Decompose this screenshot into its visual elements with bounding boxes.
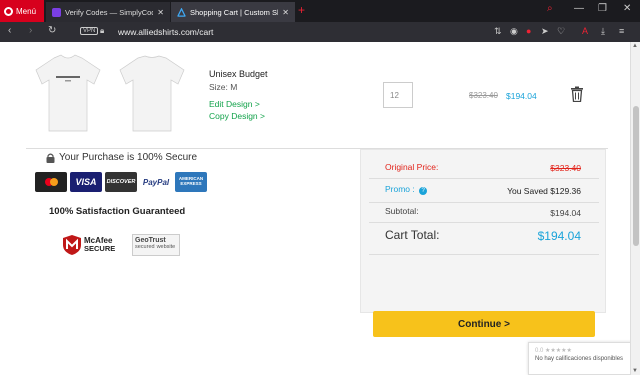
rating-text: No hay calificaciones disponibles — [535, 356, 624, 362]
page-scrollbar[interactable]: ▲ ▼ — [630, 42, 640, 375]
vpn-badge[interactable]: VPN — [80, 27, 99, 35]
minimize-icon[interactable]: — — [574, 3, 584, 14]
payment-card-logos: VISA DISCOVER PayPal AMERICAN EXPRESS — [35, 172, 207, 192]
cart-page: Unisex Budget Size: M Edit Design > Copy… — [0, 42, 640, 375]
promo-label: Promo : ? — [385, 184, 428, 195]
continue-button[interactable]: Continue > — [373, 311, 595, 337]
promo-label-text: Promo : — [385, 184, 415, 194]
star-icons: ★★★★★ — [545, 348, 572, 354]
mcafee-secure-badge[interactable]: McAfee SECURE — [62, 232, 118, 258]
scrollbar-thumb[interactable] — [633, 106, 639, 246]
url-field[interactable]: www.alliedshirts.com/cart — [118, 27, 213, 37]
close-tab-icon[interactable]: ✕ — [157, 8, 164, 17]
address-bar: ‹ › ↻ VPN 🔒︎ www.alliedshirts.com/cart ⇅… — [0, 22, 640, 42]
opera-logo-icon — [4, 6, 13, 16]
summary-divider — [369, 254, 599, 255]
rating-score: 0.0 — [535, 348, 544, 354]
cart-total-value: $194.04 — [537, 229, 581, 243]
discover-logo: DISCOVER — [105, 172, 137, 192]
geotrust-name: GeoTrust — [135, 237, 166, 244]
item-discounted-price: $194.04 — [506, 91, 537, 101]
edit-design-link[interactable]: Edit Design > — [209, 99, 260, 109]
mcafee-shield-icon — [63, 235, 81, 255]
reload-icon[interactable]: ↻ — [48, 25, 56, 36]
opera-menu-button[interactable]: Menú — [0, 0, 44, 22]
copy-design-link[interactable]: Copy Design > — [209, 111, 265, 121]
tab-title: Verify Codes — SimplyCodes — [65, 7, 153, 17]
product-name: Unisex Budget — [209, 69, 268, 79]
close-window-icon[interactable]: ✕ — [623, 3, 631, 14]
rating-stars: 0.0 ★★★★★ — [535, 347, 633, 354]
subtotal-value: $194.04 — [550, 208, 581, 218]
geotrust-badge[interactable]: GeoTrust secured website — [132, 234, 180, 256]
send-icon[interactable]: ➤ — [541, 26, 549, 37]
original-price-value: $323.40 — [550, 163, 581, 173]
scroll-down-icon[interactable]: ▼ — [632, 368, 638, 374]
summary-divider — [369, 222, 599, 223]
secure-text: Your Purchase is 100% Secure — [59, 152, 198, 163]
summary-divider — [369, 202, 599, 203]
satisfaction-guarantee: 100% Satisfaction Guaranteed — [49, 206, 186, 217]
geotrust-website: website — [156, 244, 176, 250]
search-tabs-icon[interactable]: ⌕ — [547, 3, 553, 14]
back-icon[interactable]: ‹ — [8, 25, 11, 36]
trash-icon[interactable] — [570, 86, 584, 102]
tshirt-front-image[interactable] — [34, 54, 102, 132]
quantity-input[interactable]: 12 — [383, 82, 413, 108]
subtotal-label: Subtotal: — [385, 206, 419, 216]
padlock-icon — [46, 153, 55, 163]
alliedshirts-favicon-icon — [177, 7, 186, 17]
original-price-label: Original Price: — [385, 162, 439, 172]
paypal-logo: PayPal — [140, 172, 172, 192]
tab-shopping-cart[interactable]: Shopping Cart | Custom Shirts ✕ — [171, 2, 295, 22]
cart-total-label: Cart Total: — [385, 228, 440, 242]
adblock-icon[interactable]: ● — [526, 26, 531, 36]
help-icon[interactable]: ? — [419, 187, 428, 195]
maximize-icon[interactable]: ❐ — [598, 3, 607, 14]
forward-icon[interactable]: › — [29, 25, 32, 36]
visa-logo: VISA — [70, 172, 102, 192]
amex-logo: AMERICAN EXPRESS — [175, 172, 207, 192]
account-icon[interactable]: A — [582, 26, 588, 36]
mastercard-logo — [35, 172, 67, 192]
item-original-price: $323.40 — [469, 91, 498, 100]
tab-verify-codes[interactable]: Verify Codes — SimplyCodes ✕ — [46, 2, 170, 22]
heart-icon[interactable]: ♡ — [557, 26, 565, 37]
order-summary-panel: Original Price: $323.40 Promo : ? You Sa… — [360, 149, 606, 337]
sort-icon[interactable]: ⇅ — [494, 26, 502, 37]
download-icon[interactable]: ⤓ — [601, 26, 605, 37]
rating-widget[interactable]: 0.0 ★★★★★ No hay calificaciones disponib… — [528, 342, 640, 375]
scroll-up-icon[interactable]: ▲ — [632, 43, 638, 49]
tshirt-back-image[interactable] — [118, 54, 186, 132]
geotrust-secured: secured — [135, 244, 155, 250]
close-tab-icon[interactable]: ✕ — [282, 8, 289, 17]
easy-setup-icon[interactable]: ≡ — [619, 26, 624, 36]
new-tab-icon[interactable]: + — [298, 3, 305, 17]
summary-divider — [369, 178, 599, 179]
lock-icon[interactable]: 🔒︎ — [100, 26, 104, 36]
menu-label: Menú — [16, 6, 37, 16]
browser-tab-bar: Menú Verify Codes — SimplyCodes ✕ Shoppi… — [0, 0, 640, 22]
promo-value: You Saved $129.36 — [507, 186, 581, 196]
product-size: Size: M — [209, 82, 238, 92]
camera-icon[interactable]: ◉ — [510, 26, 518, 37]
simplycodes-favicon-icon — [52, 7, 61, 17]
secure-purchase-notice: Your Purchase is 100% Secure — [46, 152, 197, 163]
mcafee-secure: SECURE — [84, 244, 116, 254]
tab-title: Shopping Cart | Custom Shirts — [190, 7, 278, 17]
